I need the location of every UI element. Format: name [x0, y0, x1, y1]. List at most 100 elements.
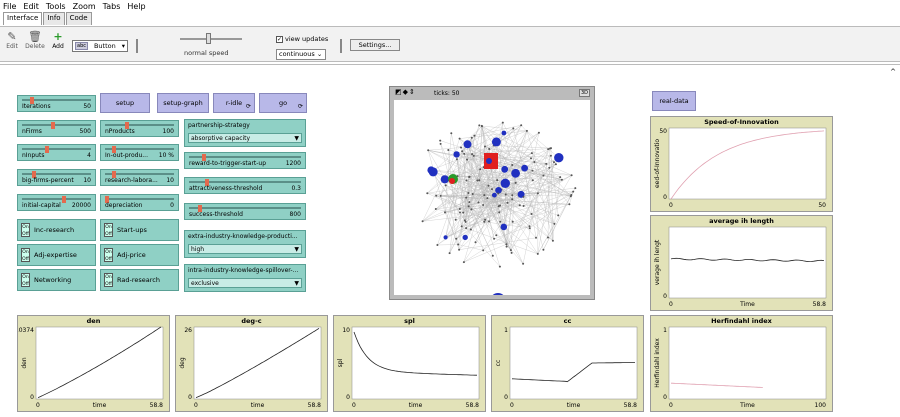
view-updates-checkbox[interactable]: ✓ view updates — [276, 35, 328, 43]
firm-node[interactable] — [426, 192, 429, 195]
delete-button[interactable]: 🗑 Delete — [24, 31, 46, 51]
firm-node[interactable] — [459, 211, 461, 214]
firm-node[interactable] — [458, 208, 461, 210]
tab-code[interactable]: Code — [65, 12, 92, 25]
firm-node[interactable] — [464, 220, 467, 223]
firm-node[interactable] — [501, 121, 504, 124]
firm-node[interactable] — [500, 223, 508, 231]
slider-depreciation[interactable]: depreciation 0 — [100, 194, 179, 211]
switch-toggle[interactable]: On Off — [104, 273, 113, 287]
firm-node[interactable] — [537, 131, 540, 134]
speed-slider-knob[interactable] — [206, 33, 211, 44]
firm-node[interactable] — [482, 249, 485, 252]
firm-node[interactable] — [559, 176, 562, 179]
firm-node[interactable] — [465, 179, 468, 182]
firm-node[interactable] — [542, 174, 545, 177]
firm-node[interactable] — [501, 165, 509, 173]
firm-node[interactable] — [448, 252, 451, 255]
firm-node[interactable] — [461, 150, 464, 153]
switch-networking[interactable]: On Off Networking — [17, 269, 96, 291]
setup-button[interactable]: setup — [100, 93, 150, 113]
firm-node[interactable] — [458, 137, 461, 140]
firm-node[interactable] — [531, 169, 534, 172]
firm-node[interactable] — [491, 254, 494, 257]
firm-node[interactable] — [491, 188, 493, 191]
firm-node[interactable] — [465, 227, 468, 230]
firm-node[interactable] — [497, 192, 500, 195]
firm-node[interactable] — [553, 161, 555, 164]
firm-node[interactable] — [509, 249, 512, 252]
switch-start-ups[interactable]: On Off Start-ups — [100, 219, 179, 241]
firm-node[interactable] — [495, 234, 498, 237]
firm-node[interactable] — [525, 129, 528, 132]
firm-node[interactable] — [463, 152, 466, 155]
switch-adj-price[interactable]: On Off Adj-price — [100, 244, 179, 266]
firm-node[interactable] — [436, 244, 439, 246]
firm-node[interactable] — [506, 201, 509, 204]
firm-node[interactable] — [486, 158, 492, 164]
firm-node[interactable] — [444, 184, 447, 187]
firm-node[interactable] — [569, 195, 572, 198]
slider-success-threshold[interactable]: success-threshold 800 — [184, 203, 306, 220]
r-idle-button[interactable]: r-idle ⟳ — [213, 93, 255, 113]
firm-node[interactable] — [454, 218, 457, 221]
firm-node[interactable] — [474, 241, 477, 244]
firm-node[interactable] — [491, 137, 501, 147]
firm-node[interactable] — [455, 237, 458, 240]
slider-nfirms[interactable]: nFirms 500 — [17, 120, 96, 137]
tab-info[interactable]: Info — [43, 12, 65, 25]
firm-node[interactable] — [536, 192, 539, 195]
firm-node[interactable] — [484, 145, 486, 148]
firm-node[interactable] — [440, 175, 449, 184]
firm-node[interactable] — [520, 124, 523, 127]
firm-node[interactable] — [522, 262, 525, 265]
firm-node[interactable] — [457, 243, 460, 246]
firm-node[interactable] — [514, 181, 517, 184]
update-mode-select[interactable]: continuous ⌄ — [276, 49, 326, 60]
menu-edit[interactable]: Edit — [23, 2, 39, 11]
switch-rad-research[interactable]: On Off Rad-research — [100, 269, 179, 291]
speed-slider[interactable] — [180, 38, 242, 40]
chooser-value-box[interactable]: absorptive capacity ▼ — [188, 133, 302, 143]
switch-toggle[interactable]: On Off — [21, 273, 30, 287]
firm-node[interactable] — [462, 211, 465, 214]
firm-node[interactable] — [449, 178, 455, 184]
firm-node[interactable] — [557, 214, 560, 217]
firm-node[interactable] — [483, 220, 486, 223]
firm-node[interactable] — [518, 204, 521, 207]
firm-node[interactable] — [500, 178, 510, 188]
firm-node[interactable] — [488, 220, 490, 223]
firm-node[interactable] — [450, 132, 453, 135]
firm-node[interactable] — [466, 158, 468, 161]
firm-node[interactable] — [570, 174, 573, 177]
slider-initial-capital[interactable]: initial-capital 20000 — [17, 194, 96, 211]
slider-knob[interactable] — [62, 196, 67, 203]
view-control-icons[interactable]: ◩◆⇕ — [395, 88, 416, 96]
menu-help[interactable]: Help — [127, 2, 145, 11]
tab-interface[interactable]: Interface — [3, 12, 43, 25]
firm-node[interactable] — [511, 168, 520, 178]
firm-node[interactable] — [505, 245, 508, 248]
firm-node[interactable] — [480, 124, 483, 127]
slider-research-laboratory[interactable]: research-labora... 10 — [100, 169, 179, 186]
firm-node[interactable] — [468, 201, 471, 204]
firm-node[interactable] — [531, 179, 534, 182]
network-canvas[interactable] — [394, 100, 590, 309]
slider-knob[interactable] — [44, 146, 49, 153]
firm-node[interactable] — [470, 208, 473, 211]
firm-node[interactable] — [468, 175, 471, 178]
firm-node[interactable] — [528, 225, 531, 228]
switch-toggle[interactable]: On Off — [104, 248, 113, 262]
firm-node[interactable] — [439, 142, 442, 145]
go-button[interactable]: go ⟳ — [259, 93, 307, 113]
firm-node[interactable] — [547, 236, 549, 239]
firm-node[interactable] — [435, 194, 438, 197]
firm-node[interactable] — [511, 220, 514, 223]
firm-node[interactable] — [490, 293, 506, 309]
firm-node[interactable] — [460, 225, 463, 228]
firm-node[interactable] — [572, 190, 575, 193]
firm-node[interactable] — [427, 149, 430, 152]
firm-node[interactable] — [462, 261, 465, 264]
firm-node[interactable] — [421, 220, 424, 223]
menu-zoom[interactable]: Zoom — [73, 2, 96, 11]
